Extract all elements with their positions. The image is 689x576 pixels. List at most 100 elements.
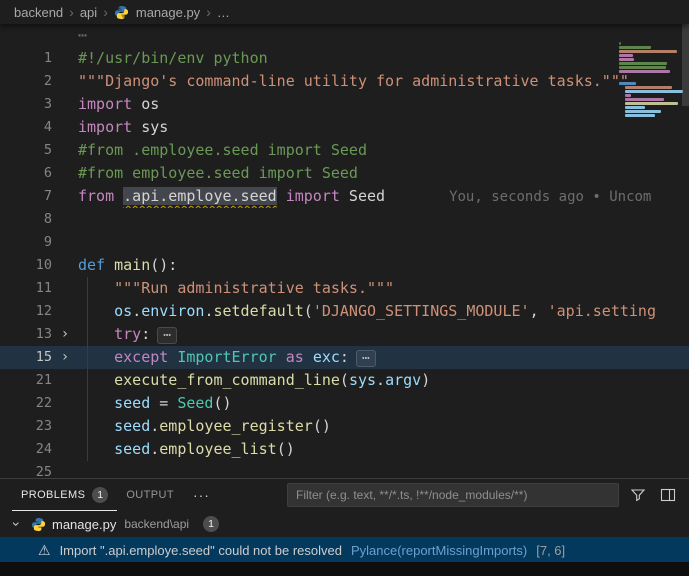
fold-gutter	[52, 162, 78, 185]
line-number[interactable]: 5	[0, 139, 52, 162]
line-number[interactable]	[0, 24, 52, 47]
code-token: sys	[132, 118, 169, 136]
code-line-9[interactable]: 9	[0, 231, 689, 254]
code-line-15[interactable]: 15 › except ImportError as exc: ⋯	[0, 346, 689, 369]
problem-position: [7, 6]	[536, 542, 566, 558]
minimap-line	[619, 42, 621, 45]
code-line-6[interactable]: 6 #from employee.seed import Seed	[0, 162, 689, 185]
code-token: #from .employee.seed import Seed	[78, 141, 367, 159]
line-number[interactable]: 21	[0, 369, 52, 392]
breadcrumb-separator-icon: ›	[206, 4, 211, 20]
code-line-21[interactable]: 21 execute_from_command_line(sys.argv)	[0, 369, 689, 392]
problem-item[interactable]: ⚠ Import ".api.employe.seed" could not b…	[0, 537, 689, 563]
problem-source-link[interactable]: Pylance(reportMissingImports)	[351, 543, 527, 558]
filter-funnel-icon[interactable]	[627, 487, 649, 503]
code-line-2[interactable]: 2 """Django's command-line utility for ad…	[0, 70, 689, 93]
code-line-12[interactable]: 12 os.environ.setdefault('DJANGO_SETTING…	[0, 300, 689, 323]
folded-code-ellipsis[interactable]: ⋯	[157, 327, 178, 344]
line-number[interactable]: 9	[0, 231, 52, 254]
line-text: from .api.employe.seed import Seed You, s…	[78, 185, 689, 208]
code-token: .	[150, 440, 160, 458]
code-token: )	[421, 371, 431, 389]
python-file-icon	[114, 4, 130, 20]
problems-filter-input[interactable]	[287, 483, 619, 507]
line-text: try: ⋯	[78, 323, 689, 346]
open-panel-in-editor-icon[interactable]	[657, 487, 679, 503]
code-token: from	[78, 187, 115, 205]
minimap-line	[625, 86, 672, 89]
fold-chevron-icon[interactable]: ›	[52, 323, 78, 346]
line-number[interactable]: 22	[0, 392, 52, 415]
code-line-5[interactable]: 5 #from .employee.seed import Seed	[0, 139, 689, 162]
line-number[interactable]: 15	[0, 346, 52, 369]
line-number[interactable]: 24	[0, 438, 52, 461]
fold-gutter	[52, 116, 78, 139]
code-token: ,	[529, 302, 548, 320]
line-number[interactable]: 8	[0, 208, 52, 231]
code-line-1[interactable]: 1 #!/usr/bin/env python	[0, 47, 689, 70]
code-token: seed	[114, 440, 151, 458]
code-token: import	[78, 118, 133, 136]
code-token: seed	[114, 417, 151, 435]
line-number[interactable]: 4	[0, 116, 52, 139]
breadcrumb-item-symbol[interactable]: …	[217, 5, 230, 20]
line-number[interactable]: 3	[0, 93, 52, 116]
code-line-3[interactable]: 3 import os	[0, 93, 689, 116]
vscode-window: backend › api › manage.py › … ⋯ 1 #!/usr/b…	[0, 0, 689, 576]
problems-file-row[interactable]: › manage.py backend\api 1	[0, 511, 689, 537]
code-token: =	[150, 394, 178, 412]
code-line-4[interactable]: 4 import sys	[0, 116, 689, 139]
line-number[interactable]: 13	[0, 323, 52, 346]
code-line-13[interactable]: 13 › try: ⋯	[0, 323, 689, 346]
code-editor[interactable]: ⋯ 1 #!/usr/bin/env python 2 """Django's comm…	[0, 24, 689, 478]
indent-guide	[87, 277, 88, 461]
breadcrumb-item-backend[interactable]: backend	[14, 5, 63, 20]
code-line-22[interactable]: 22 seed = Seed()	[0, 392, 689, 415]
line-number[interactable]: 25	[0, 461, 52, 478]
window-bottom-edge	[0, 562, 689, 576]
breadcrumb-item-file[interactable]: manage.py	[136, 5, 200, 20]
line-text: #from .employee.seed import Seed	[78, 139, 689, 162]
code-token: execute_from_command_line	[114, 371, 340, 389]
minimap[interactable]	[619, 42, 683, 122]
breadcrumb-item-api[interactable]: api	[80, 5, 97, 20]
code-line-25[interactable]: 25	[0, 461, 689, 478]
tab-problems[interactable]: PROBLEMS 1	[12, 479, 118, 511]
fold-gutter	[52, 24, 78, 47]
code-line-8[interactable]: 8	[0, 208, 689, 231]
scrollbar-thumb[interactable]	[682, 24, 689, 106]
line-number[interactable]: 23	[0, 415, 52, 438]
code-line-11[interactable]: 11 """Run administrative tasks."""	[0, 277, 689, 300]
fold-gutter	[52, 438, 78, 461]
code-token: import	[78, 95, 133, 113]
tab-problems-label: PROBLEMS	[21, 488, 86, 501]
line-number[interactable]: 7	[0, 185, 52, 208]
code-line-10[interactable]: 10 def main():	[0, 254, 689, 277]
folded-code-ellipsis[interactable]: ⋯	[355, 350, 376, 367]
line-number[interactable]: 11	[0, 277, 52, 300]
tab-output[interactable]: OUTPUT	[117, 479, 183, 511]
line-number[interactable]: 12	[0, 300, 52, 323]
line-number[interactable]: 1	[0, 47, 52, 70]
code-line-23[interactable]: 23 seed.employee_register()	[0, 415, 689, 438]
breadcrumb-separator-icon: ›	[69, 4, 74, 20]
problem-file-name: manage.py	[52, 516, 117, 532]
code-token: #from employee.seed import Seed	[78, 164, 358, 182]
code-token: ()	[213, 394, 232, 412]
code-line[interactable]: ⋯	[0, 24, 689, 47]
code-token: exc	[312, 348, 340, 366]
minimap-line	[625, 94, 631, 97]
more-tabs-button[interactable]: ···	[183, 479, 220, 511]
line-number[interactable]: 6	[0, 162, 52, 185]
line-number[interactable]: 10	[0, 254, 52, 277]
line-text: import sys	[78, 116, 689, 139]
line-text: execute_from_command_line(sys.argv)	[78, 369, 689, 392]
fold-gutter	[52, 300, 78, 323]
line-number[interactable]: 2	[0, 70, 52, 93]
fold-gutter	[52, 277, 78, 300]
code-line-7[interactable]: 7 from .api.employe.seed import Seed You, …	[0, 185, 689, 208]
fold-chevron-icon[interactable]: ›	[52, 346, 78, 369]
code-line-24[interactable]: 24 seed.employee_list()	[0, 438, 689, 461]
